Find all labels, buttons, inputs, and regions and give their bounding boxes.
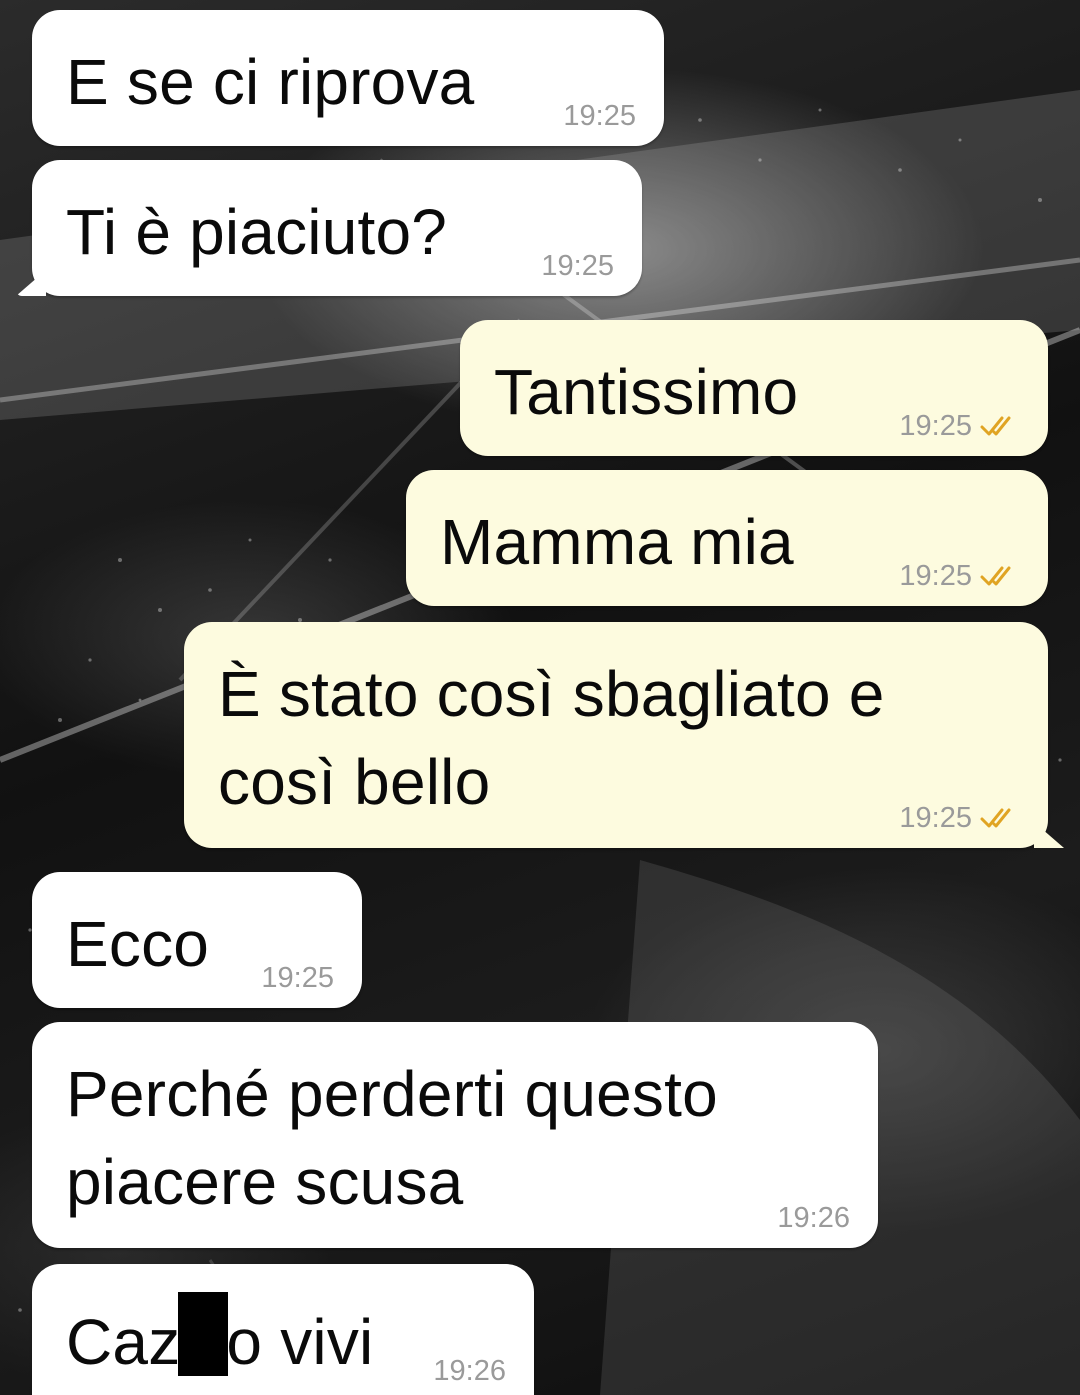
double-check-read-icon xyxy=(980,566,1011,586)
message-outgoing-1[interactable]: Tantissimo 19:25 xyxy=(460,320,1048,456)
message-meta: 19:25 xyxy=(899,802,1020,834)
message-meta: 19:25 xyxy=(899,560,1020,592)
message-meta: 19:26 xyxy=(433,1355,506,1387)
message-timestamp: 19:25 xyxy=(541,250,614,282)
message-incoming-5[interactable]: Caz o vivi 19:26 xyxy=(32,1264,534,1395)
message-meta: 19:25 xyxy=(899,410,1020,442)
message-incoming-1[interactable]: E se ci riprova 19:25 xyxy=(32,10,664,146)
message-text: Ti è piaciuto? xyxy=(66,196,448,268)
message-incoming-2[interactable]: Ti è piaciuto? 19:25 xyxy=(32,160,642,296)
message-outgoing-3[interactable]: È stato così sbagliato e così bello 19:2… xyxy=(184,622,1048,848)
message-outgoing-2[interactable]: Mamma mia 19:25 xyxy=(406,470,1048,606)
message-timestamp: 19:25 xyxy=(261,962,334,994)
message-timestamp: 19:25 xyxy=(899,802,972,834)
message-text-before-redaction: Caz xyxy=(66,1306,181,1378)
message-timestamp: 19:26 xyxy=(777,1202,850,1234)
message-incoming-3[interactable]: Ecco 19:25 xyxy=(32,872,362,1008)
message-timestamp: 19:25 xyxy=(899,410,972,442)
message-meta: 19:26 xyxy=(777,1202,850,1234)
message-incoming-4[interactable]: Perché perderti questo piacere scusa 19:… xyxy=(32,1022,878,1248)
chat-message-list[interactable]: E se ci riprova 19:25 Ti è piaciuto? 19:… xyxy=(0,0,1080,1395)
message-text: E se ci riprova xyxy=(66,46,475,118)
message-meta: 19:25 xyxy=(563,100,636,132)
redaction-box xyxy=(178,1292,229,1376)
message-timestamp: 19:25 xyxy=(563,100,636,132)
message-meta: 19:25 xyxy=(261,962,334,994)
double-check-read-icon xyxy=(980,416,1011,436)
message-timestamp: 19:25 xyxy=(899,560,972,592)
message-text: È stato così sbagliato e così bello xyxy=(218,658,885,818)
message-timestamp: 19:26 xyxy=(433,1355,506,1387)
double-check-read-icon xyxy=(980,808,1011,828)
message-text: Perché perderti questo piacere scusa xyxy=(66,1058,718,1218)
message-meta: 19:25 xyxy=(541,250,614,282)
message-text-after-redaction: o vivi xyxy=(226,1306,374,1378)
